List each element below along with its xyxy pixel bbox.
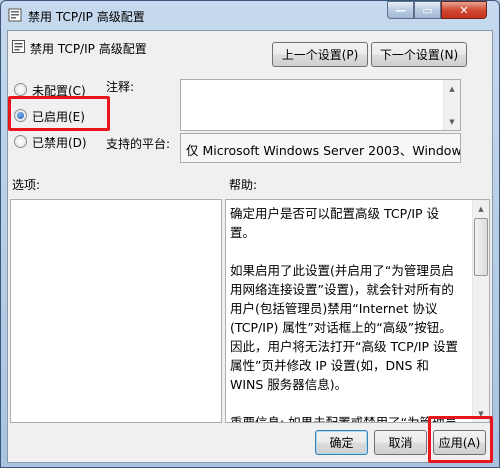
help-paragraph: 确定用户是否可以配置高级 TCP/IP 设置。 [230, 206, 440, 240]
minimize-icon: — [395, 3, 406, 17]
title-bar[interactable]: 禁用 TCP/IP 高级配置 — ▭ ✕ [1, 1, 499, 29]
maximize-button[interactable]: ▭ [414, 1, 441, 19]
minimize-button[interactable]: — [387, 1, 414, 19]
comment-label: 注释: [106, 80, 135, 94]
options-pane [10, 199, 222, 423]
setting-page-icon [12, 40, 25, 53]
annotation-highlight-enabled [8, 96, 110, 131]
window-title: 禁用 TCP/IP 高级配置 [28, 10, 145, 24]
radio-disabled[interactable] [14, 135, 27, 148]
dialog-window: 禁用 TCP/IP 高级配置 — ▭ ✕ 禁用 TCP/IP 高级配置 上一个设… [0, 0, 500, 468]
policy-setting-icon [8, 8, 22, 22]
supported-platform-field: 仅 Microsoft Windows Server 2003、Windows [180, 133, 461, 163]
ok-button[interactable]: 确定 [315, 430, 368, 455]
help-pane: 确定用户是否可以配置高级 TCP/IP 设置。 如果启用了此设置(并启用了“为管… [225, 199, 490, 423]
annotation-highlight-apply [428, 416, 493, 463]
cancel-button[interactable]: 取消 [374, 430, 427, 455]
help-scrollbar[interactable]: ▲ ▼ [472, 200, 489, 422]
radio-not-configured[interactable] [14, 83, 27, 96]
help-paragraph: 如果启用了此设置(并启用了“为管理员启用网络连接设置”设置)，就会针对所有的用户… [230, 263, 459, 392]
previous-setting-button[interactable]: 上一个设置(P) [272, 42, 368, 67]
scroll-down-arrow-icon[interactable]: ▼ [444, 113, 460, 130]
help-label: 帮助: [229, 178, 258, 192]
radio-disabled-label[interactable]: 已禁用(D) [32, 134, 87, 151]
comment-scrollbar[interactable]: ▲ ▼ [443, 80, 460, 130]
comment-field[interactable]: ▲ ▼ [180, 79, 461, 131]
close-button[interactable]: ✕ [441, 1, 487, 19]
next-setting-button[interactable]: 下一个设置(N) [371, 42, 467, 67]
help-scroll-thumb[interactable] [474, 218, 488, 276]
help-text: 确定用户是否可以配置高级 TCP/IP 设置。 如果启用了此设置(并启用了“为管… [230, 204, 462, 422]
dialog-client-area: 禁用 TCP/IP 高级配置 上一个设置(P) 下一个设置(N) 未配置(C) … [7, 30, 493, 463]
scroll-up-arrow-icon[interactable]: ▲ [444, 80, 460, 97]
platform-label: 支持的平台: [106, 137, 171, 151]
supported-platform-value: 仅 Microsoft Windows Server 2003、Windows [186, 143, 461, 158]
options-label: 选项: [12, 178, 41, 192]
maximize-icon: ▭ [422, 3, 433, 17]
setting-name: 禁用 TCP/IP 高级配置 [30, 42, 147, 56]
close-icon: ✕ [459, 3, 469, 17]
scroll-up-arrow-icon[interactable]: ▲ [473, 200, 489, 217]
